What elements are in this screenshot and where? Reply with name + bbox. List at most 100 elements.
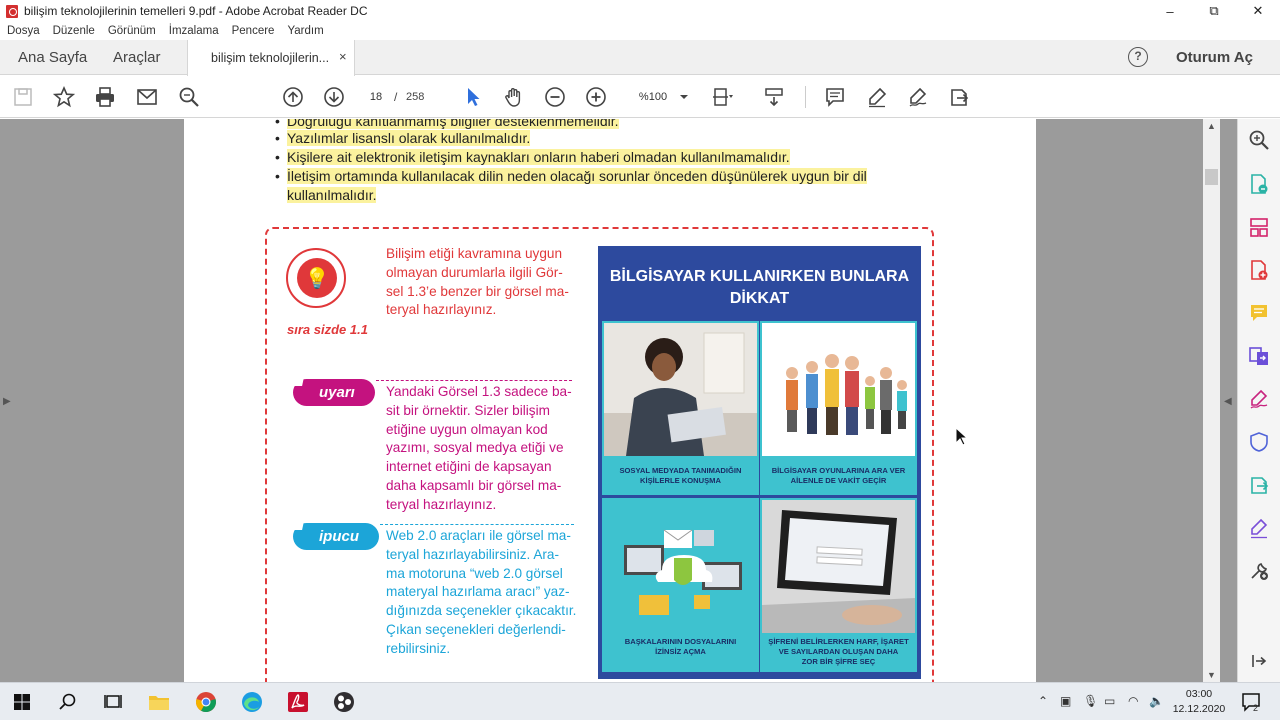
system-clock[interactable]: 03:00 12.12.2020 bbox=[1171, 687, 1227, 717]
menu-view[interactable]: Görünüm bbox=[108, 25, 156, 37]
minimize-button[interactable]: – bbox=[1148, 0, 1192, 22]
tab-tools[interactable]: Araçlar bbox=[113, 49, 161, 66]
more-tools-icon[interactable] bbox=[1248, 560, 1272, 584]
print-icon[interactable] bbox=[93, 85, 117, 109]
notification-count-badge: 2 bbox=[1253, 703, 1259, 713]
tab-bar: Ana Sayfa Araçlar bilişim teknolojilerin… bbox=[0, 40, 1280, 76]
windows-taskbar: ⌃ ▣ 🎙 ▭ ◠ 🔈 03:00 12.12.2020 2 bbox=[0, 682, 1280, 720]
ipucu-badge: ipucu bbox=[293, 523, 379, 550]
export-pdf-icon[interactable] bbox=[1248, 173, 1272, 197]
right-tools-panel bbox=[1237, 119, 1280, 682]
email-icon[interactable] bbox=[135, 85, 159, 109]
combine-files-icon[interactable] bbox=[1248, 345, 1272, 369]
poster-caption: BİLGİSAYAR OYUNLARINA ARA VER AİLENLE DE… bbox=[771, 466, 906, 485]
chrome-icon[interactable] bbox=[194, 690, 218, 714]
poster-panel-files: BAŞKALARININ DOSYALARINI İZİNSİZ AÇMA bbox=[602, 498, 759, 672]
vertical-scrollbar[interactable]: ▲ ▼ bbox=[1203, 119, 1220, 682]
scroll-mode-icon[interactable] bbox=[762, 85, 786, 109]
edge-icon[interactable] bbox=[240, 690, 264, 714]
protect-shield-icon[interactable] bbox=[1248, 431, 1272, 455]
zoom-in-icon[interactable] bbox=[584, 85, 608, 109]
left-panel-toggle-icon[interactable]: ▶ bbox=[3, 396, 11, 407]
search-icon[interactable] bbox=[56, 690, 80, 714]
file-explorer-icon[interactable] bbox=[147, 690, 171, 714]
poster-panel-family: BİLGİSAYAR OYUNLARINA ARA VER AİLENLE DE… bbox=[760, 321, 917, 495]
share-icon[interactable] bbox=[947, 85, 971, 109]
restore-button[interactable]: ⧉ bbox=[1192, 0, 1236, 22]
wifi-icon[interactable]: ◠ bbox=[1128, 694, 1138, 708]
zoom-out-icon[interactable] bbox=[543, 85, 567, 109]
toolbar-divider bbox=[805, 86, 806, 108]
help-icon[interactable]: ? bbox=[1128, 47, 1148, 67]
tab-home[interactable]: Ana Sayfa bbox=[18, 49, 87, 66]
info-poster: BİLGİSAYAR KULLANIRKEN BUNLARA DİKKAT SO… bbox=[598, 246, 921, 679]
man-with-laptop-image bbox=[604, 323, 757, 456]
highlight-pen-icon[interactable] bbox=[865, 85, 889, 109]
ipucu-text: Web 2.0 araçları ile görsel ma- teryal h… bbox=[386, 528, 577, 656]
scrollbar-thumb[interactable] bbox=[1205, 169, 1218, 185]
bullet-item: • İletişim ortamında kullanılacak dilin n… bbox=[275, 168, 867, 184]
comment-tool-icon[interactable] bbox=[1248, 302, 1272, 326]
poster-panel-social-media: SOSYAL MEDYADA TANIMADIĞIN KİŞİLERLE KON… bbox=[602, 321, 759, 495]
tab-document[interactable]: bilişim teknolojilerin... × bbox=[187, 40, 355, 76]
tray-app-icon[interactable]: ▣ bbox=[1060, 694, 1071, 708]
page-separator: / bbox=[394, 90, 398, 104]
page-total: 258 bbox=[406, 91, 425, 103]
bookmark-star-icon[interactable] bbox=[52, 85, 76, 109]
battery-icon[interactable]: ▭ bbox=[1104, 694, 1115, 708]
sign-in-button[interactable]: Oturum Aç bbox=[1176, 49, 1253, 66]
bullet-item: • Yazılımlar lisanslı olarak kullanılmalı… bbox=[275, 130, 531, 146]
save-icon[interactable] bbox=[11, 85, 35, 109]
notifications-icon[interactable] bbox=[1240, 691, 1262, 716]
menu-edit[interactable]: Düzenle bbox=[53, 25, 95, 37]
lightbulb-icon: 💡 bbox=[286, 248, 346, 308]
chevron-down-icon[interactable] bbox=[672, 85, 696, 109]
select-cursor-icon[interactable] bbox=[461, 85, 485, 109]
request-signature-icon[interactable] bbox=[1248, 517, 1272, 541]
sira-sizde-label: sıra sizde 1.1 bbox=[287, 322, 368, 337]
scroll-up-icon[interactable]: ▲ bbox=[1207, 121, 1216, 131]
document-viewport[interactable]: ▶ • Doğruluğu kanıtlanmamış bilgiler dest… bbox=[0, 119, 1237, 682]
fill-sign-icon[interactable] bbox=[1248, 388, 1272, 412]
mouse-cursor-icon bbox=[955, 427, 969, 446]
microphone-icon[interactable]: 🎙 bbox=[1083, 694, 1098, 708]
title-bar: bilişim teknolojilerinin temelleri 9.pdf… bbox=[0, 0, 1280, 22]
comment-icon[interactable] bbox=[823, 85, 847, 109]
right-panel-toggle-icon[interactable]: ◀ bbox=[1224, 396, 1232, 407]
bullet-dot-icon: • bbox=[275, 119, 280, 129]
menu-bar: Dosya Düzenle Görünüm İmzalama Pencere Y… bbox=[0, 22, 1280, 40]
acrobat-taskbar-icon[interactable] bbox=[286, 690, 310, 714]
sign-icon[interactable] bbox=[906, 85, 930, 109]
fit-page-icon[interactable] bbox=[710, 85, 734, 109]
menu-file[interactable]: Dosya bbox=[7, 25, 40, 37]
search-zoom-icon[interactable] bbox=[1248, 129, 1272, 153]
tray-chevron-up-icon[interactable]: ⌃ bbox=[1038, 694, 1048, 708]
pdf-page: • Doğruluğu kanıtlanmamış bilgiler destek… bbox=[184, 119, 1036, 682]
collapse-panel-icon[interactable] bbox=[1248, 650, 1272, 674]
ipucu-divider bbox=[380, 524, 574, 525]
windows-start-icon[interactable] bbox=[10, 690, 34, 714]
menu-window[interactable]: Pencere bbox=[232, 25, 275, 37]
create-pdf-icon[interactable] bbox=[1248, 259, 1272, 283]
scroll-down-icon[interactable]: ▼ bbox=[1207, 670, 1216, 680]
sira-sizde-text: Bilişim etiği kavramına uygun olmayan du… bbox=[386, 246, 569, 318]
close-button[interactable]: ✕ bbox=[1236, 0, 1280, 22]
organize-pages-icon[interactable] bbox=[1248, 216, 1272, 240]
previous-page-icon[interactable] bbox=[281, 85, 305, 109]
zoom-level-select[interactable]: %100 bbox=[628, 87, 678, 107]
obs-icon[interactable] bbox=[332, 690, 356, 714]
send-review-icon[interactable] bbox=[1248, 474, 1272, 498]
family-image bbox=[762, 323, 915, 456]
task-view-icon[interactable] bbox=[101, 690, 125, 714]
next-page-icon[interactable] bbox=[322, 85, 346, 109]
hand-tool-icon[interactable] bbox=[502, 85, 526, 109]
tab-document-label: bilişim teknolojilerin... bbox=[211, 51, 330, 65]
search-icon[interactable] bbox=[177, 85, 201, 109]
menu-sign[interactable]: İmzalama bbox=[169, 25, 219, 37]
menu-help[interactable]: Yardım bbox=[287, 25, 323, 37]
volume-icon[interactable]: 🔈 bbox=[1149, 694, 1164, 708]
tab-close-icon[interactable]: × bbox=[339, 49, 347, 64]
uyari-badge: uyarı bbox=[293, 379, 375, 406]
page-number-input[interactable]: 18 bbox=[360, 87, 392, 107]
uyari-text: Yandaki Görsel 1.3 sadece ba- sit bir ör… bbox=[386, 384, 572, 512]
